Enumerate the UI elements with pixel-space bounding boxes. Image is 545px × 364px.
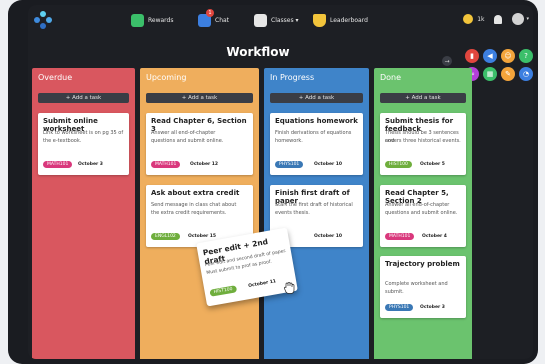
card-desc-line: Answer all end-of-chapter <box>385 202 450 208</box>
page-title: Workflow <box>226 45 290 59</box>
card-desc-line: Complete worksheet and submit. <box>385 281 448 295</box>
card-desc-line: Start the first draft of historical <box>275 202 353 208</box>
profile-menu[interactable]: ▾ <box>512 13 529 25</box>
app-screen: Rewards 1 Chat Classes ▾ Leaderboard 1k <box>28 5 533 359</box>
course-tag: HIST100 <box>209 285 238 297</box>
bell-icon[interactable] <box>494 14 503 24</box>
task-card[interactable]: Trajectory problem Complete worksheet an… <box>380 256 466 318</box>
card-desc-line: events thesis. <box>275 210 310 216</box>
column-done: Done + Add a task Submit thesis for feed… <box>374 68 472 359</box>
task-card[interactable]: Submit online worksheet Link to workshee… <box>38 113 129 175</box>
task-card[interactable]: Read Chapter 6, Section 3 Answer all end… <box>146 113 253 175</box>
due-date: October 10 <box>314 234 343 239</box>
column-title: Done <box>380 73 402 82</box>
due-date: October 3 <box>420 305 445 310</box>
gift-icon <box>131 13 144 27</box>
logo-icon[interactable] <box>34 11 52 29</box>
megaphone-icon[interactable]: ◀ <box>483 49 497 63</box>
nav-leaderboard-label: Leaderboard <box>330 16 368 24</box>
add-task-button[interactable]: + Add a task <box>270 93 363 103</box>
due-date: October 3 <box>78 162 103 167</box>
tool-grid: ▮ ◀ ☺ ? ∞ ▦ ✎ ◔ <box>465 49 533 81</box>
coin-icon <box>463 14 474 24</box>
card-desc-line: Send message in class chat about <box>151 202 237 208</box>
course-tag: MATH101 <box>385 233 415 240</box>
course-tag: PHYS101 <box>275 161 304 168</box>
task-card[interactable]: Submit thesis for feedback Thesis should… <box>380 113 466 175</box>
card-desc-line: homework. <box>275 138 303 144</box>
nav-chat-label: Chat <box>215 16 230 24</box>
column-overdue: Overdue + Add a task Submit online works… <box>32 68 135 359</box>
column-title: Upcoming <box>146 73 187 82</box>
avatar <box>512 13 525 25</box>
nav-classes[interactable]: Classes ▾ <box>254 12 299 28</box>
column-title: In Progress <box>270 73 315 82</box>
card-title: Equations homework <box>275 117 358 125</box>
card-desc-line: the e-textbook. <box>43 138 82 144</box>
course-tag: PHYS101 <box>385 304 414 311</box>
nav-chat[interactable]: 1 Chat <box>198 8 230 28</box>
chat-badge: 1 <box>206 8 214 17</box>
chevron-down-icon: ▾ <box>526 16 529 22</box>
due-date: October 10 <box>314 162 343 167</box>
trophy-icon <box>313 13 326 27</box>
emoji-icon[interactable]: ☺ <box>501 49 515 63</box>
book-icon[interactable]: ▮ <box>465 49 479 63</box>
card-title: Ask about extra credit <box>151 189 240 197</box>
card-desc-line: Finish derivations of equations <box>275 130 352 136</box>
card-title: Trajectory problem <box>385 260 460 268</box>
card-desc-line: Answer all end-of-chapter <box>151 130 216 136</box>
column-upcoming: Upcoming + Add a task Read Chapter 6, Se… <box>140 68 259 359</box>
add-task-button[interactable]: + Add a task <box>380 93 466 103</box>
add-task-button[interactable]: + Add a task <box>38 93 129 103</box>
due-date: October 5 <box>420 162 445 167</box>
grab-cursor-icon <box>284 282 295 294</box>
collapse-arrow-icon[interactable]: → <box>442 56 452 66</box>
card-desc-line: the extra credit requirements. <box>151 210 227 216</box>
due-date: October 12 <box>190 162 219 167</box>
course-tag: HIST100 <box>385 161 412 168</box>
course-tag: MATH101 <box>151 161 181 168</box>
column-in-progress: In Progress + Add a task Equations homew… <box>264 68 369 359</box>
card-desc-line: covers three historical events. <box>385 138 461 144</box>
nav-rewards[interactable]: Rewards <box>131 12 173 28</box>
due-date: October 11 <box>247 279 277 290</box>
task-card[interactable]: Equations homework Finish derivations of… <box>270 113 363 175</box>
device-frame: Rewards 1 Chat Classes ▾ Leaderboard 1k <box>8 0 538 364</box>
calculator-icon[interactable]: ▦ <box>483 67 497 81</box>
user-tools: 1k ▾ <box>463 13 529 25</box>
chat-bubble-icon[interactable]: ◔ <box>519 67 533 81</box>
add-task-button[interactable]: + Add a task <box>146 93 253 103</box>
card-desc-line: questions and submit online. <box>385 210 458 216</box>
nav-classes-label: Classes ▾ <box>271 16 299 24</box>
task-card[interactable]: Read Chapter 5, Section 2 Answer all end… <box>380 185 466 247</box>
course-tag: ENGL102 <box>151 233 180 240</box>
due-date: October 15 <box>188 234 217 239</box>
building-icon <box>254 13 267 27</box>
coin-count: 1k <box>477 15 485 23</box>
help-icon[interactable]: ? <box>519 49 533 63</box>
due-date: October 4 <box>422 234 447 239</box>
coin-balance[interactable]: 1k <box>463 14 484 24</box>
card-desc-line: questions and submit online. <box>151 138 224 144</box>
pencil-icon[interactable]: ✎ <box>501 67 515 81</box>
nav-leaderboard[interactable]: Leaderboard <box>313 12 368 28</box>
nav-rewards-label: Rewards <box>148 16 174 24</box>
card-desc-line: Link to worksheet is on pg 35 of <box>43 130 124 136</box>
chat-icon: 1 <box>198 8 214 27</box>
course-tag: MATH101 <box>43 161 73 168</box>
top-bar: Rewards 1 Chat Classes ▾ Leaderboard 1k <box>28 5 533 35</box>
column-title: Overdue <box>38 73 73 82</box>
